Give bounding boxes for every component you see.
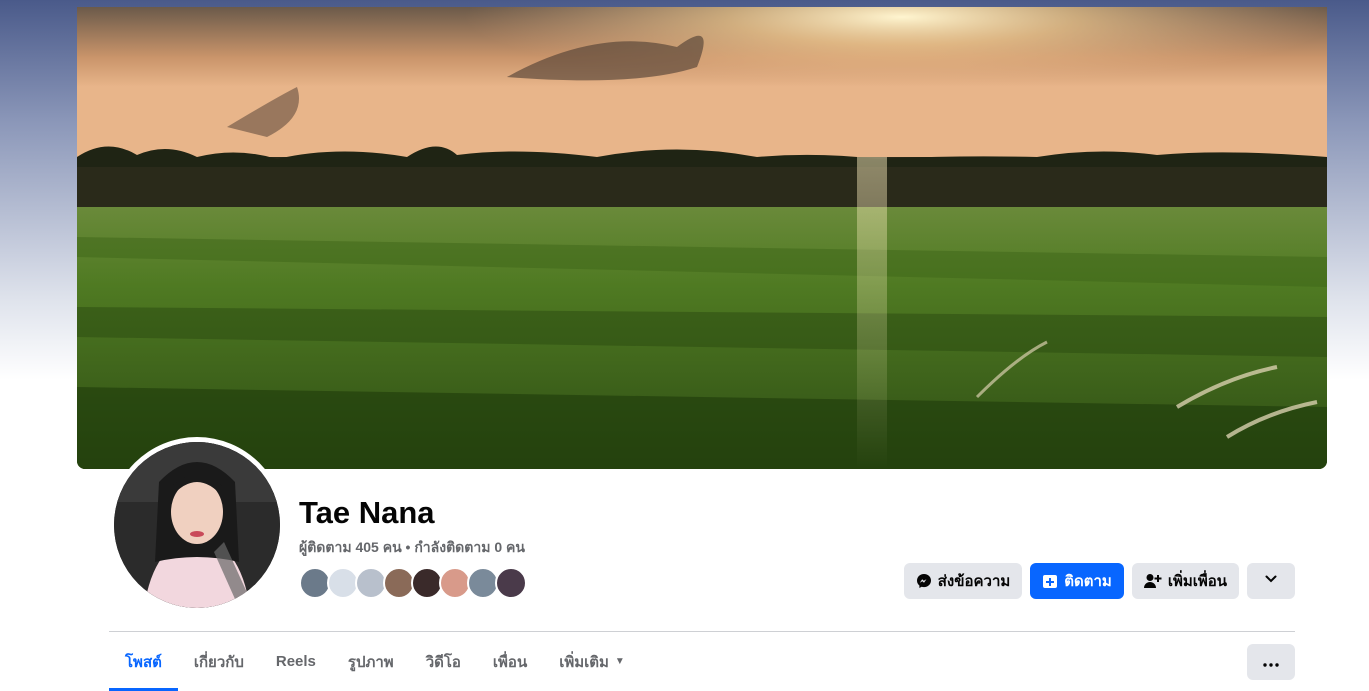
friend-avatar[interactable] (495, 567, 527, 599)
profile-tabs: โพสต์ เกี่ยวกับ Reels รูปภาพ วิดีโอ เพื่… (109, 632, 641, 691)
profile-actions: ส่งข้อความ ติดตาม เพิ่มเพื่อน (903, 563, 1295, 599)
follow-stats[interactable]: ผู้ติดตาม 405 คน • กำลังติดตาม 0 คน (299, 537, 525, 559)
follow-plus-icon (1042, 573, 1058, 589)
chevron-down-icon (1264, 572, 1278, 590)
tab-label: วิดีโอ (425, 653, 461, 671)
tab-videos[interactable]: วิดีโอ (410, 632, 477, 691)
tab-posts[interactable]: โพสต์ (109, 632, 178, 691)
add-friend-label: เพิ่มเพื่อน (1167, 573, 1227, 590)
profile-picture[interactable] (109, 437, 285, 613)
friend-avatars (299, 567, 527, 599)
add-friend-button[interactable]: เพิ่มเพื่อน (1131, 563, 1239, 599)
follow-label: ติดตาม (1064, 573, 1112, 590)
message-button[interactable]: ส่งข้อความ (903, 563, 1023, 599)
tab-label: เพื่อน (492, 653, 528, 671)
add-friend-icon (1143, 573, 1162, 589)
tab-friends[interactable]: เพื่อน (477, 632, 543, 691)
tab-about[interactable]: เกี่ยวกับ (178, 632, 260, 691)
tab-reels[interactable]: Reels (260, 632, 332, 691)
follow-button[interactable]: ติดตาม (1030, 563, 1124, 599)
profile-name: Tae Nana (299, 495, 435, 530)
message-label: ส่งข้อความ (937, 573, 1011, 590)
caret-down-icon: ▼ (614, 656, 625, 667)
ellipsis-icon (1263, 654, 1279, 671)
messenger-icon (916, 573, 932, 589)
cover-photo[interactable] (77, 7, 1327, 469)
profile-dropdown-button[interactable] (1247, 563, 1295, 599)
tab-label: Reels (275, 653, 316, 670)
more-options-button[interactable] (1247, 644, 1295, 680)
tab-more[interactable]: เพิ่มเติม ▼ (543, 632, 641, 691)
tab-label: เกี่ยวกับ (193, 653, 244, 671)
tab-label: โพสต์ (125, 653, 162, 671)
tab-photos[interactable]: รูปภาพ (332, 632, 410, 691)
tab-label: เพิ่มเติม (559, 653, 609, 671)
tab-label: รูปภาพ (347, 653, 394, 671)
avatar (114, 442, 280, 608)
